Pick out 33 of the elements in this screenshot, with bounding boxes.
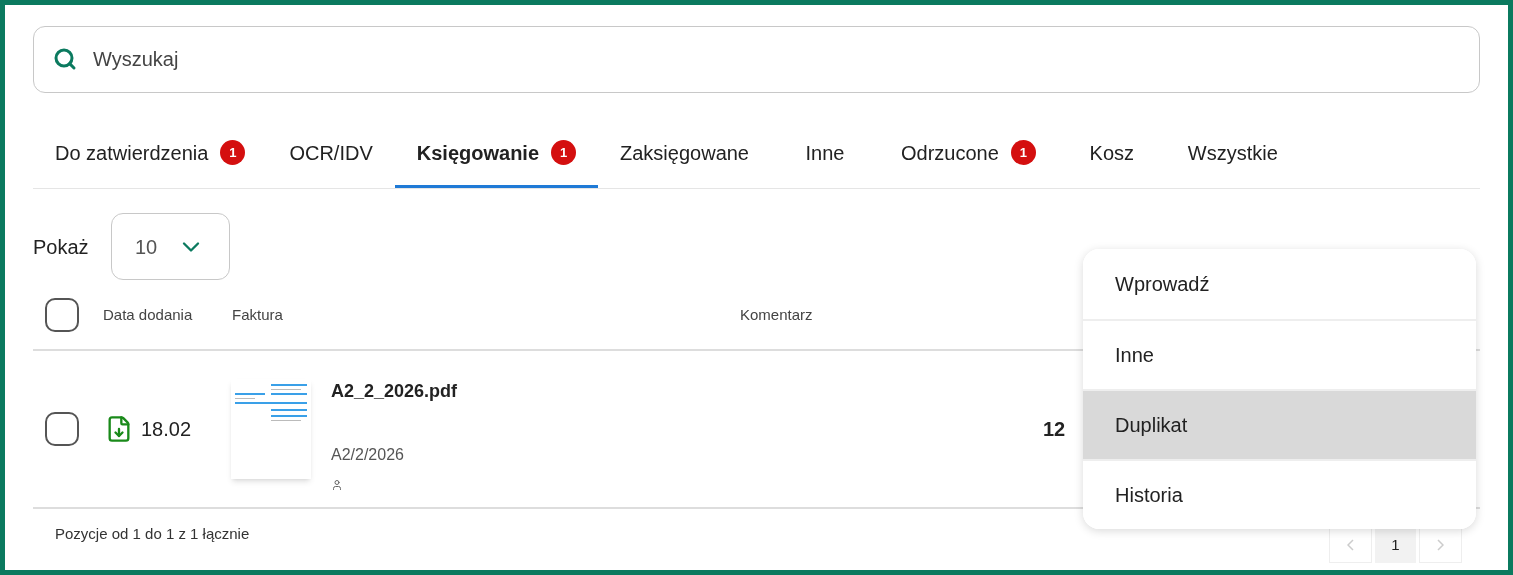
- tab[interactable]: Inne: [771, 120, 879, 188]
- page-size-select[interactable]: 10: [110, 213, 230, 280]
- tab[interactable]: Zaksięgowane: [598, 120, 771, 188]
- chevron-right-icon: [1437, 539, 1444, 551]
- menu-item[interactable]: Historia: [1083, 459, 1476, 529]
- pagination-summary: Pozycje od 1 do 1 z 1 łącznie: [55, 524, 250, 544]
- row-checkbox[interactable]: [45, 412, 79, 446]
- amount-cell-text: 12: [1043, 417, 1066, 442]
- show-label: Pokaż: [33, 234, 89, 260]
- tab[interactable]: Do zatwierdzenia 1: [33, 120, 268, 188]
- tab[interactable]: Księgowanie 1: [394, 120, 599, 188]
- search-field[interactable]: Wyszukaj: [33, 26, 1480, 93]
- user-icon: [331, 479, 343, 491]
- count-badge: 1: [551, 140, 577, 165]
- column-header: Komentarz: [740, 304, 813, 325]
- invoice-number: A2/2/2026: [331, 445, 405, 465]
- menu-item[interactable]: Wprowadź: [1083, 249, 1476, 319]
- chevron-left-icon: [1347, 539, 1354, 551]
- tab[interactable]: OCR/IDV: [267, 120, 395, 188]
- count-badge: 1: [1010, 140, 1036, 165]
- tab[interactable]: Kosz: [1057, 120, 1166, 188]
- select-all-checkbox[interactable]: [45, 298, 79, 332]
- tab[interactable]: Odrzucone 1: [879, 120, 1058, 188]
- search-icon: [53, 47, 77, 71]
- menu-item[interactable]: Duplikat: [1083, 389, 1476, 459]
- file-name[interactable]: A2_2_2026.pdf: [331, 378, 1043, 405]
- column-header: Faktura: [232, 304, 284, 325]
- column-header: Data dodania: [103, 304, 194, 325]
- menu-item[interactable]: Inne: [1083, 319, 1476, 389]
- page-button[interactable]: 1: [1375, 527, 1416, 563]
- tab[interactable]: Wszystkie: [1165, 120, 1300, 188]
- count-badge: 1: [220, 140, 246, 165]
- date-cell-text: 18.02: [141, 417, 193, 442]
